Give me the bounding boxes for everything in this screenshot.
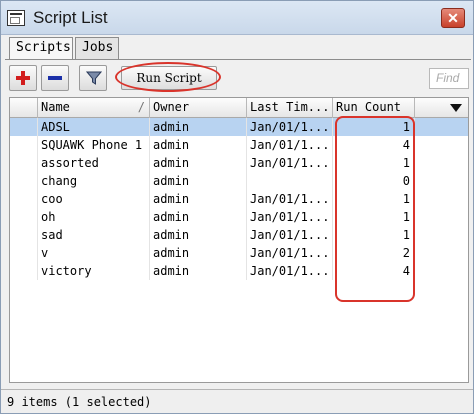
cell-owner: admin	[150, 208, 247, 226]
table-row[interactable]: ADSL admin Jan/01/1... 1	[10, 118, 468, 136]
minus-icon	[48, 76, 62, 80]
row-marker	[10, 190, 38, 208]
row-marker	[10, 172, 38, 190]
cell-last-time: Jan/01/1...	[247, 226, 333, 244]
table-header: Name / Owner Last Tim... Run Count	[10, 98, 468, 118]
cell-run-count: 1	[333, 208, 415, 226]
cell-run-count: 4	[333, 136, 415, 154]
funnel-icon	[86, 71, 102, 85]
table-row[interactable]: coo admin Jan/01/1... 1	[10, 190, 468, 208]
cell-name: assorted	[38, 154, 150, 172]
cell-last-time: Jan/01/1...	[247, 154, 333, 172]
cell-run-count: 0	[333, 172, 415, 190]
table-row[interactable]: oh admin Jan/01/1... 1	[10, 208, 468, 226]
cell-owner: admin	[150, 136, 247, 154]
cell-name: sad	[38, 226, 150, 244]
table-row[interactable]: victory admin Jan/01/1... 4	[10, 262, 468, 280]
row-marker	[10, 226, 38, 244]
header-blank	[10, 98, 38, 118]
row-marker	[10, 208, 38, 226]
cell-name: chang	[38, 172, 150, 190]
table-row[interactable]: assorted admin Jan/01/1... 1	[10, 154, 468, 172]
cell-last-time: Jan/01/1...	[247, 244, 333, 262]
chevron-down-icon	[450, 104, 462, 112]
row-marker	[10, 262, 38, 280]
cell-run-count: 1	[333, 118, 415, 136]
toolbar: Run Script Find	[9, 62, 469, 93]
run-script-button[interactable]: Run Script	[121, 66, 217, 90]
cell-name: v	[38, 244, 150, 262]
add-script-button[interactable]	[9, 65, 37, 91]
tab-divider	[5, 59, 471, 60]
row-marker	[10, 244, 38, 262]
cell-name: SQUAWK Phone 1	[38, 136, 150, 154]
cell-last-time: Jan/01/1...	[247, 190, 333, 208]
cell-last-time: Jan/01/1...	[247, 262, 333, 280]
cell-last-time: Jan/01/1...	[247, 208, 333, 226]
header-owner[interactable]: Owner	[150, 98, 247, 118]
cell-last-time: Jan/01/1...	[247, 118, 333, 136]
scripts-table: Name / Owner Last Tim... Run Count victo…	[9, 97, 469, 383]
cell-name: victory	[38, 262, 150, 280]
script-list-window: Script List ✕ Scripts Jobs Run Script Fi…	[0, 0, 474, 414]
tab-jobs[interactable]: Jobs	[75, 37, 119, 59]
sort-indicator: /	[137, 100, 145, 114]
header-run-count[interactable]: Run Count	[333, 98, 415, 118]
cell-owner: admin	[150, 190, 247, 208]
table-row[interactable]: chang admin 0	[10, 172, 468, 190]
window-icon	[7, 10, 25, 26]
cell-last-time	[247, 172, 333, 190]
remove-script-button[interactable]	[41, 65, 69, 91]
filter-button[interactable]	[79, 65, 107, 91]
header-last-time[interactable]: Last Tim...	[247, 98, 333, 118]
table-row[interactable]: SQUAWK Phone 1 admin Jan/01/1... 4	[10, 136, 468, 154]
cell-name: coo	[38, 190, 150, 208]
cell-run-count: 1	[333, 226, 415, 244]
close-button[interactable]: ✕	[441, 8, 465, 28]
find-input[interactable]: Find	[429, 68, 469, 89]
column-menu-button[interactable]	[415, 98, 468, 118]
cell-owner: admin	[150, 118, 247, 136]
close-icon: ✕	[447, 10, 459, 26]
cell-last-time: Jan/01/1...	[247, 136, 333, 154]
cell-run-count: 1	[333, 154, 415, 172]
table-row[interactable]: sad admin Jan/01/1... 1	[10, 226, 468, 244]
row-marker	[10, 136, 38, 154]
row-marker	[10, 118, 38, 136]
cell-run-count: 1	[333, 190, 415, 208]
cell-owner: admin	[150, 262, 247, 280]
header-name[interactable]: Name /	[38, 98, 150, 118]
cell-owner: admin	[150, 154, 247, 172]
cell-owner: admin	[150, 226, 247, 244]
cell-name: oh	[38, 208, 150, 226]
cell-run-count: 4	[333, 262, 415, 280]
cell-owner: admin	[150, 172, 247, 190]
status-bar: 9 items (1 selected)	[1, 389, 473, 413]
cell-run-count: 2	[333, 244, 415, 262]
table-row[interactable]: v admin Jan/01/1... 2	[10, 244, 468, 262]
cell-owner: admin	[150, 244, 247, 262]
cell-name: ADSL	[38, 118, 150, 136]
title-bar[interactable]: Script List ✕	[1, 1, 473, 35]
row-marker	[10, 154, 38, 172]
window-title: Script List	[33, 8, 108, 27]
tab-scripts[interactable]: Scripts	[9, 37, 73, 60]
plus-icon	[16, 71, 30, 85]
